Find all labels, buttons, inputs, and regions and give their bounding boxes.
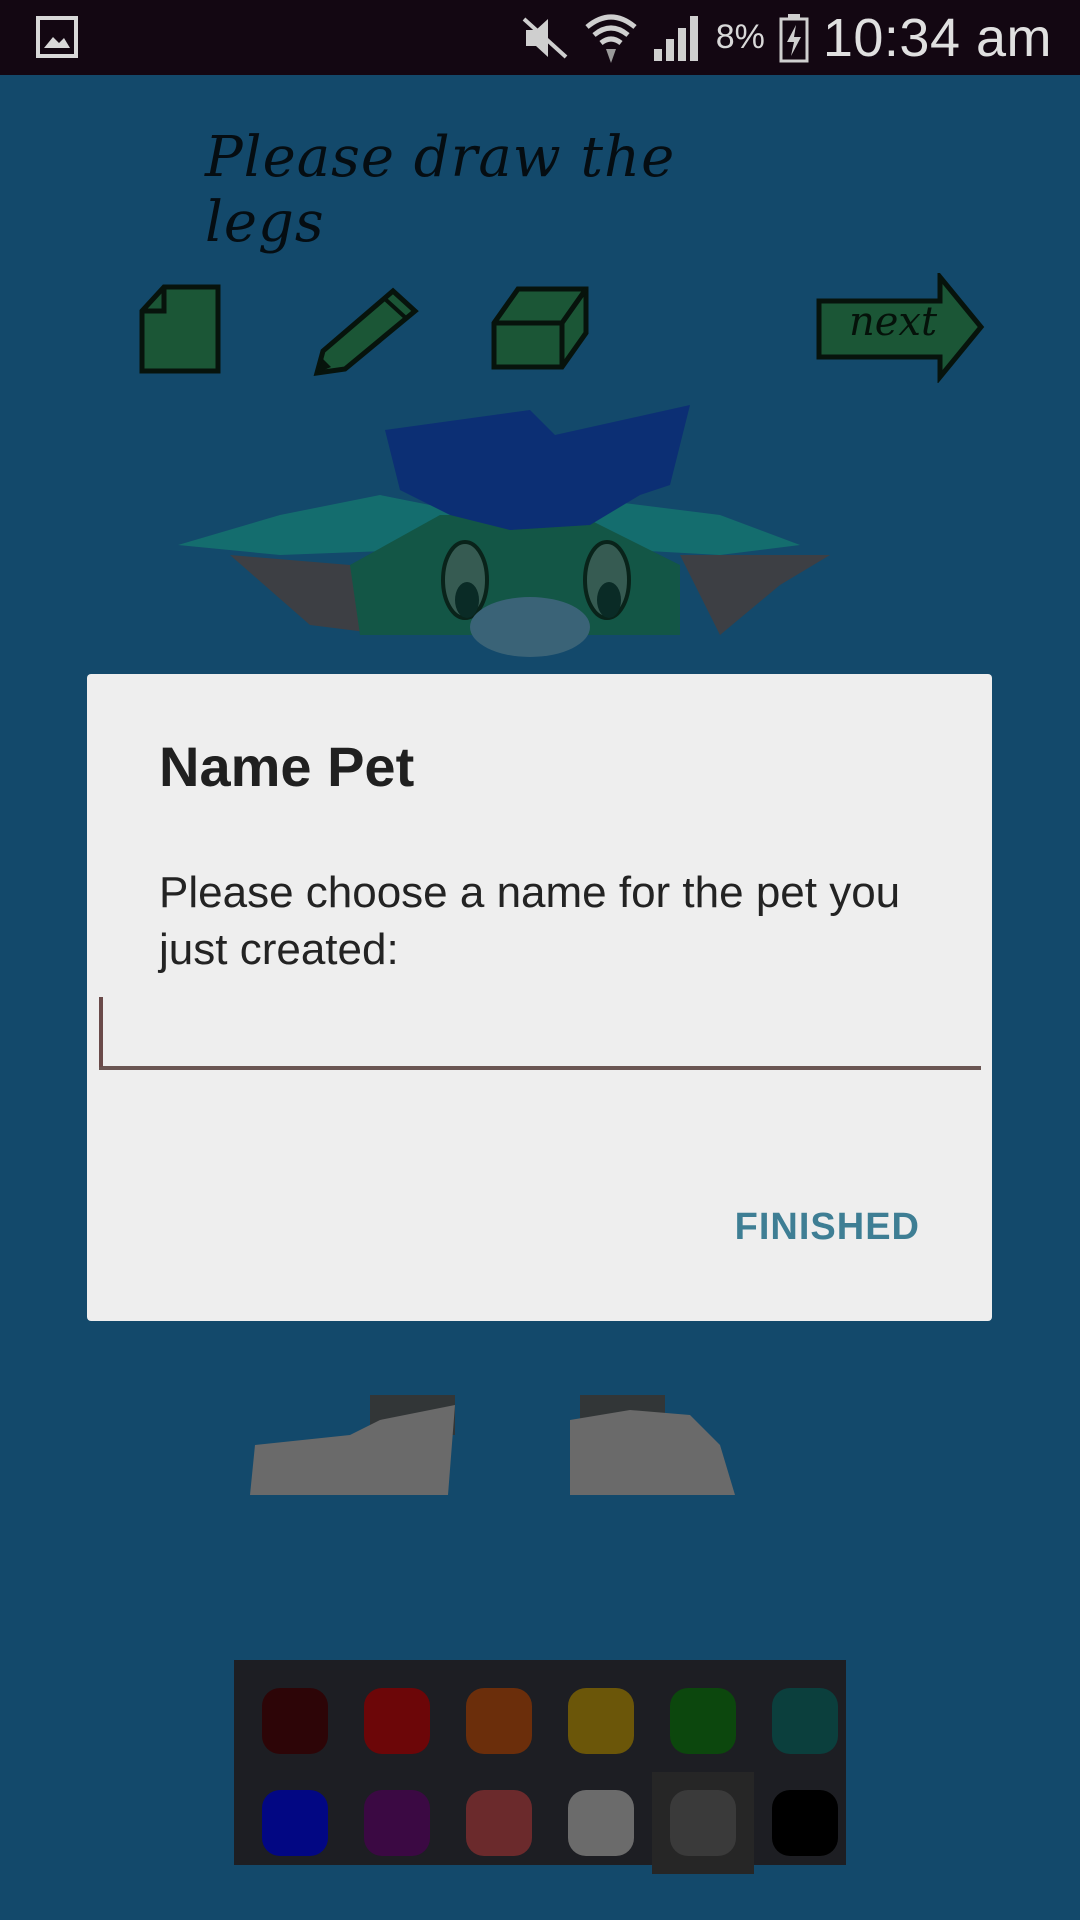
color-swatch[interactable] [262, 1790, 328, 1856]
next-button[interactable]: next [815, 273, 985, 383]
color-swatch-cell[interactable] [244, 1772, 346, 1874]
color-swatch[interactable] [772, 1688, 838, 1754]
color-swatch[interactable] [466, 1688, 532, 1754]
instruction-text: Please draw the legs [205, 125, 676, 255]
image-icon [36, 16, 78, 58]
new-page-icon[interactable] [138, 283, 222, 375]
color-swatch-cell[interactable] [346, 1772, 448, 1874]
color-swatch[interactable] [568, 1688, 634, 1754]
next-label: next [849, 299, 938, 345]
status-bar: 8% 10:34 am [0, 0, 1080, 75]
color-swatch[interactable] [364, 1688, 430, 1754]
dialog-message: Please choose a name for the pet you jus… [159, 868, 901, 974]
battery-percent: 8% [715, 18, 765, 56]
color-swatch[interactable] [262, 1688, 328, 1754]
color-swatch[interactable] [670, 1790, 736, 1856]
battery-charging-icon [779, 13, 809, 62]
color-swatch-cell[interactable] [448, 1772, 550, 1874]
color-swatch-cell[interactable] [754, 1772, 856, 1874]
color-swatch-cell[interactable] [754, 1670, 856, 1772]
color-swatch-cell[interactable] [244, 1670, 346, 1772]
dialog-title: Name Pet [159, 735, 415, 798]
pet-name-input[interactable] [99, 992, 981, 1070]
color-swatch[interactable] [670, 1688, 736, 1754]
text-cursor [99, 997, 103, 1067]
color-swatch-cell[interactable] [346, 1670, 448, 1772]
finished-button[interactable]: FINISHED [723, 1198, 932, 1257]
color-swatch[interactable] [364, 1790, 430, 1856]
mute-icon [522, 17, 568, 58]
color-swatch-cell[interactable] [550, 1670, 652, 1772]
wifi-icon [585, 14, 637, 63]
color-swatch[interactable] [772, 1790, 838, 1856]
color-swatch-cell[interactable] [652, 1772, 754, 1874]
color-swatch[interactable] [466, 1790, 532, 1856]
color-swatch-cell[interactable] [550, 1772, 652, 1874]
color-palette [234, 1660, 846, 1874]
signal-icon [653, 15, 698, 61]
eraser-icon[interactable] [490, 283, 590, 373]
color-swatch-cell[interactable] [448, 1670, 550, 1772]
clock: 10:34 am [822, 7, 1052, 68]
name-pet-dialog: Name Pet Please choose a name for the pe… [87, 674, 992, 1321]
pencil-icon[interactable] [303, 281, 423, 377]
color-swatch-cell[interactable] [652, 1670, 754, 1772]
color-swatch[interactable] [568, 1790, 634, 1856]
